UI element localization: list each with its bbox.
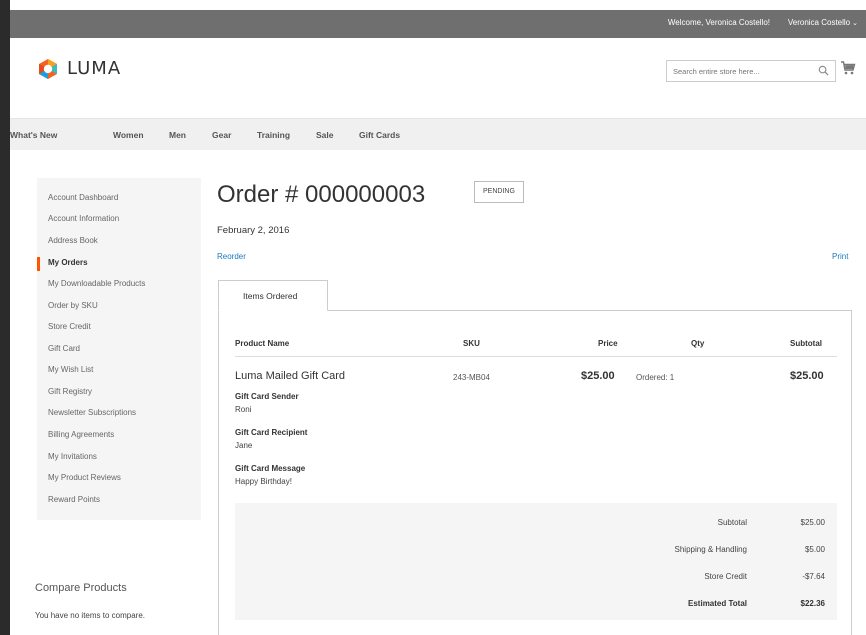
totals-value-subtotal: $25.00 [800,518,825,527]
sidebar-item-reward-points[interactable]: Reward Points [48,495,100,504]
active-indicator [37,257,40,271]
tab-items-ordered[interactable]: Items Ordered [218,280,328,311]
product-subtotal: $25.00 [790,370,824,382]
sidebar-item-product-reviews[interactable]: My Product Reviews [48,473,121,482]
cart-icon[interactable] [840,60,856,76]
sidebar-item-invitations[interactable]: My Invitations [48,452,97,461]
nav-item-gear[interactable]: Gear [212,130,231,140]
compare-title: Compare Products [35,582,127,594]
totals-label-subtotal: Subtotal [717,518,747,527]
option-label-sender: Gift Card Sender [235,392,299,401]
nav-item-women[interactable]: Women [113,130,144,140]
column-header-subtotal: Subtotal [790,339,822,348]
account-name: Veronica Costello [787,18,851,27]
product-sku: 243-MB04 [453,373,490,382]
option-label-recipient: Gift Card Recipient [235,428,308,437]
window-edge [10,0,866,10]
table-header-divider [235,356,837,357]
nav-item-sale[interactable]: Sale [316,130,334,140]
column-header-product-name: Product Name [235,339,290,348]
option-value-recipient: Jane [235,441,253,450]
search-icon[interactable] [818,65,829,76]
nav-item-gift-cards[interactable]: Gift Cards [359,130,400,140]
totals-value-grand-total: $22.36 [800,599,825,608]
site-header: LUMA [10,38,866,118]
totals-label-shipping: Shipping & Handling [674,545,748,554]
totals-label-grand-total: Estimated Total [688,599,747,608]
nav-item-men[interactable]: Men [169,130,186,140]
sidebar-item-store-credit[interactable]: Store Credit [48,322,91,331]
order-date: February 2, 2016 [217,225,290,236]
logo-text[interactable]: LUMA [67,58,121,79]
main-nav: What's New Women Men Gear Training Sale … [10,118,866,150]
nav-item-training[interactable]: Training [257,130,290,140]
totals-value-store-credit: -$7.64 [802,572,825,581]
reorder-link[interactable]: Reorder [217,252,246,261]
order-totals: Subtotal $25.00 Shipping & Handling $5.0… [235,503,837,620]
sidebar-item-order-by-sku[interactable]: Order by SKU [48,301,98,310]
sidebar-item-gift-card[interactable]: Gift Card [48,344,80,353]
status-badge: PENDING [474,181,524,203]
account-sidebar: Account Dashboard Account Information Ad… [37,178,201,520]
sidebar-item-account-information[interactable]: Account Information [48,214,119,223]
search-box[interactable] [666,60,836,82]
sidebar-item-downloadable-products[interactable]: My Downloadable Products [48,279,145,288]
totals-label-store-credit: Store Credit [704,572,747,581]
sidebar-item-my-orders[interactable]: My Orders [48,258,88,267]
option-value-sender: Roni [235,405,252,414]
welcome-message: Welcome, Veronica Costello! [667,18,770,27]
sidebar-item-billing-agreements[interactable]: Billing Agreements [48,430,114,439]
totals-value-shipping: $5.00 [804,545,825,554]
product-name: Luma Mailed Gift Card [235,370,346,382]
sidebar-item-account-dashboard[interactable]: Account Dashboard [48,193,118,202]
page-frame: Welcome, Veronica Costello! Veronica Cos… [0,0,866,635]
luma-logo-icon[interactable] [37,58,59,80]
column-header-sku: SKU [463,339,480,348]
print-link[interactable]: Print [832,252,848,261]
top-bar: Welcome, Veronica Costello! Veronica Cos… [10,10,866,38]
sidebar-item-gift-registry[interactable]: Gift Registry [48,387,92,396]
account-menu[interactable]: Veronica Costello ⌄ [788,18,858,27]
product-qty: Ordered: 1 [636,373,675,382]
option-label-message: Gift Card Message [235,464,306,473]
chevron-down-icon: ⌄ [852,20,858,27]
page-title: Order # 000000003 [217,181,426,208]
search-input[interactable] [667,61,807,81]
compare-empty-text: You have no items to compare. [35,611,145,620]
option-value-message: Happy Birthday! [235,477,292,486]
column-header-qty: Qty [691,339,705,348]
product-price: $25.00 [581,370,615,382]
nav-item-whats-new[interactable]: What's New [10,130,57,140]
sidebar-item-newsletter[interactable]: Newsletter Subscriptions [48,408,136,417]
tab-label: Items Ordered [243,291,298,301]
sidebar-item-address-book[interactable]: Address Book [48,236,98,245]
column-header-price: Price [598,339,618,348]
sidebar-item-wish-list[interactable]: My Wish List [48,365,93,374]
